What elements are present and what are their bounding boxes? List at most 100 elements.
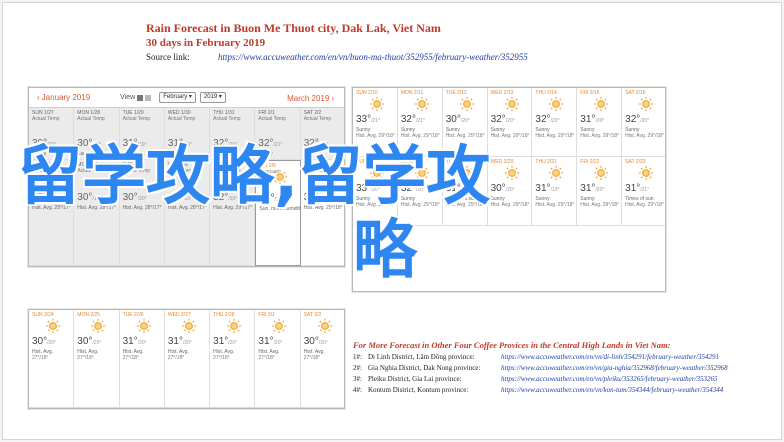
history-avg: 27°/18° (213, 355, 230, 361)
day-cell[interactable]: WED 2/13 32°/20° Sunny Hist. Avg. 29°/18° (487, 88, 533, 157)
day-cell[interactable]: TUE 2/26 31°/20° Hist. Avg. 27°/18° (119, 310, 165, 408)
forecast-link[interactable]: https://www.accuweather.com/en/vn/pleiku… (501, 375, 717, 383)
day-cell[interactable]: TUE 2/12 30°/20° Sunny Hist. Avg. 29°/18° (442, 88, 488, 157)
day-cell[interactable]: WED 2/27 31°/20° Hist. Avg. 27°/18° (164, 310, 211, 408)
temperature: 31°/19° (123, 138, 161, 151)
day-cell[interactable]: MON 2/25 30°/20° Hist. Avg. 27°/18° (74, 310, 120, 408)
day-cell[interactable]: SAT 2/9 Forecast 33°/21° Hist. Avg. 29°/18° (300, 160, 344, 266)
day-cell[interactable]: TUE 2/5 Actual Temp 30°/20° Hist. Avg. 28°/… (119, 160, 165, 266)
history-label: Actual Temp (77, 116, 105, 122)
low-temp: /20° (595, 118, 605, 124)
low-temp: /20° (273, 340, 283, 346)
forecast-link[interactable]: https://www.accuweather.com/en/vn/di-lin… (501, 353, 719, 361)
history-avg: Hist. Avg. 29°/18° (445, 133, 485, 139)
district-name: Gia Nghia District, Dak Nong province: (368, 364, 481, 372)
temperature: 31°/20° (580, 114, 618, 127)
next-month-link[interactable]: March 2019 › (287, 94, 336, 103)
high-temp: 30° (77, 336, 93, 347)
temperature: 30°/20° (446, 114, 484, 127)
month-select[interactable]: February ▾ (159, 92, 196, 103)
day-cell[interactable]: THU 2/21 31°/19° Sunny Hist. Avg. 29°/18° (532, 157, 578, 226)
slide: Rain Forecast in Buon Me Thuot city, Dak… (2, 2, 782, 440)
temperature: 31°/20° (258, 336, 296, 349)
day-cell[interactable]: FRI 2/15 31°/20° Sunny Hist. Avg. 29°/18° (577, 88, 623, 157)
row-number: 1#: (353, 353, 362, 361)
day-cell[interactable]: SAT 2/16 32°/20° Sunny Hist. Avg. 29°/18° (622, 88, 665, 157)
weather-desc: Sunny (32, 151, 47, 157)
high-temp: 31° (625, 183, 641, 194)
day-cell[interactable]: SUN 2/10 33°/21° Sunny Hist. Avg. 29°/18° (353, 88, 398, 157)
day-cell[interactable]: SAT 2/2 Actual Temp 32°/20° Sunny (300, 108, 344, 160)
day-cell[interactable]: SAT 3/2 30°/20° Hist. Avg. 27°/18° (300, 310, 344, 408)
history-avg: 27°/18° (77, 355, 94, 361)
source-link[interactable]: https://www.accuweather.com/en/vn/buon-m… (218, 52, 528, 62)
low-temp: /20° (640, 118, 650, 124)
high-temp: 32° (303, 138, 319, 149)
high-temp: 35° (259, 193, 275, 204)
day-cell[interactable]: FRI 3/1 31°/20° Hist. Avg. 27°/18° (255, 310, 301, 408)
high-temp: 31° (258, 336, 274, 347)
weather-desc: Hist. Avg. 28°/17° (32, 205, 71, 211)
history-avg: 27°/18° (303, 355, 321, 361)
low-temp: /20° (92, 340, 102, 346)
year-select[interactable]: 2019 ▾ (199, 92, 226, 103)
forecast-link[interactable]: https://www.accuweather.com/en/vn/kon-tu… (501, 386, 723, 394)
history-avg: Hist. Avg. 29°/18° (490, 202, 530, 208)
day-cell[interactable]: TUE 2/19 31°/20° Abundant sunshine Hist. Av… (442, 157, 488, 226)
day-cell[interactable]: MON 2/18 32°/20° Sunny Hist. Avg. 29°/18° (397, 157, 443, 226)
low-temp: /20° (460, 187, 470, 193)
forecast-link[interactable]: https://www.accuweather.com/en/vn/gia-ng… (501, 364, 728, 372)
sun-icon (504, 96, 520, 112)
high-temp: 32° (213, 192, 229, 203)
day-cell[interactable]: SAT 2/23 31°/21° Times of sun Hist. Avg. 29… (622, 157, 665, 226)
day-cell[interactable]: SUN 1/27 Actual Temp 30°/20° Sunny (29, 108, 75, 160)
day-cell[interactable]: SUN 2/24 30°/20° Hist. Avg. 27°/18° (29, 310, 75, 408)
weather-desc: Hist. Avg. 29°/18° (303, 205, 343, 211)
weather-desc: Hist. Avg. 29°/17° (213, 205, 253, 211)
high-temp: 31° (580, 114, 596, 125)
low-temp: /20° (182, 340, 192, 346)
weather-desc: Sun, more humidity (259, 206, 301, 212)
sun-icon (369, 96, 385, 112)
day-cell[interactable]: FRI 2/1 Actual Temp 32°/21° Sunny (255, 108, 301, 160)
weather-desc: Sunny (77, 151, 92, 157)
day-cell[interactable]: FRI 2/22 31°/20° Sunny Hist. Avg. 29°/18° (577, 157, 623, 226)
history-avg: Hist. Avg. 29°/18° (445, 202, 485, 208)
day-cell[interactable]: THU 1/31 Actual Temp 32°/20° Sunny (210, 108, 256, 160)
temperature: 31°/20° (446, 183, 484, 196)
high-temp: 33° (356, 114, 372, 125)
high-temp: 31° (122, 138, 138, 149)
history-avg: 27°/18° (258, 355, 275, 361)
history-label: Actual Temp (32, 168, 60, 174)
temperature: 31°/20° (168, 192, 206, 205)
temperature: 32°/20° (401, 183, 439, 196)
year-select-value: 2019 (203, 94, 218, 100)
day-cell[interactable]: TUE 1/29 Actual Temp 31°/19° Sunny (119, 108, 165, 160)
sun-icon (459, 96, 475, 112)
more-forecast-section: For More Forecast in Other Four Coffee P… (353, 340, 773, 394)
day-cell[interactable]: WED 2/20 30°/20° Sunny Hist. Avg. 29°/18° (487, 157, 533, 226)
list-view-icon[interactable] (145, 94, 152, 101)
day-cell[interactable]: SUN 2/17 33°/20° Sunny Hist. Avg. 29°/18° (353, 157, 398, 226)
day-cell[interactable]: MON 2/4 Actual Temp 30°/19° Hist. Avg. 28°/… (74, 160, 120, 266)
district-name: Pleiku District, Gia Lai province: (368, 375, 462, 383)
day-cell[interactable]: FRI 2/8 Forecast 35°/20° Sun, more humidity (255, 160, 301, 266)
day-cell[interactable]: SUN 2/3 Actual Temp 29°/20° Hist. Avg. 28°/… (29, 160, 75, 266)
history-label: Actual Temp (167, 116, 196, 122)
weather-desc: Sunny (167, 151, 183, 157)
grid-view-icon[interactable] (137, 94, 144, 101)
day-cell[interactable]: MON 2/11 32°/21° Sunny Hist. Avg. 29°/18° (397, 88, 443, 157)
month-select-value: February (163, 94, 188, 100)
day-cell[interactable]: MON 1/28 Actual Temp 30°/19° Sunny (74, 108, 120, 160)
history-label: Actual Temp (213, 168, 241, 174)
day-cell[interactable]: THU 2/28 31°/20° Hist. Avg. 27°/18° (210, 310, 256, 408)
day-cell[interactable]: THU 2/14 32°/20° Sunny Hist. Avg. 29°/18° (532, 88, 578, 157)
prev-month-link[interactable]: ‹ January 2019 (35, 93, 90, 102)
day-cell[interactable]: THU 2/7 Actual Temp 32°/19° Hist. Avg. 29°/… (210, 160, 256, 266)
next-month-label: March 2019 (287, 94, 330, 103)
high-temp: 30° (445, 114, 461, 125)
low-temp: /20° (550, 118, 560, 124)
day-cell[interactable]: WED 2/6 Actual Temp 31°/20° Hist. Avg. 28°/… (164, 160, 211, 266)
day-cell[interactable]: WED 1/30 Actual Temp 31°/20° Sunny (164, 108, 211, 160)
history-label: Actual Temp (122, 168, 150, 174)
